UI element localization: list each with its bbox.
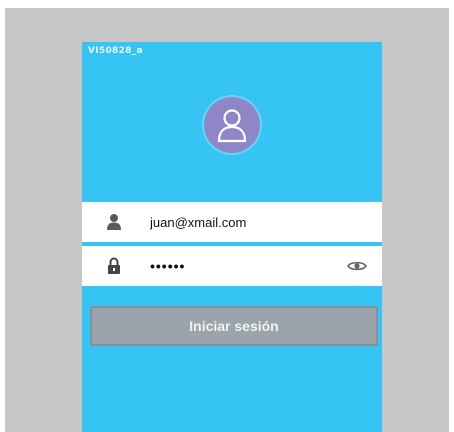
email-input[interactable] bbox=[150, 202, 340, 242]
avatar-silhouette bbox=[217, 109, 247, 143]
username-field[interactable] bbox=[82, 202, 382, 242]
person-icon bbox=[104, 212, 124, 232]
login-screen: VI50828_a juan@xmail.com •••••• Iniciar … bbox=[82, 42, 382, 432]
password-field[interactable] bbox=[82, 246, 382, 286]
password-input[interactable] bbox=[150, 246, 340, 286]
screen-id-label: VI50828_a bbox=[88, 46, 143, 56]
padlock-icon bbox=[104, 256, 124, 276]
eye-icon[interactable] bbox=[346, 257, 368, 275]
user-avatar-icon bbox=[204, 97, 260, 153]
login-button[interactable]: Iniciar sesión bbox=[90, 306, 378, 346]
